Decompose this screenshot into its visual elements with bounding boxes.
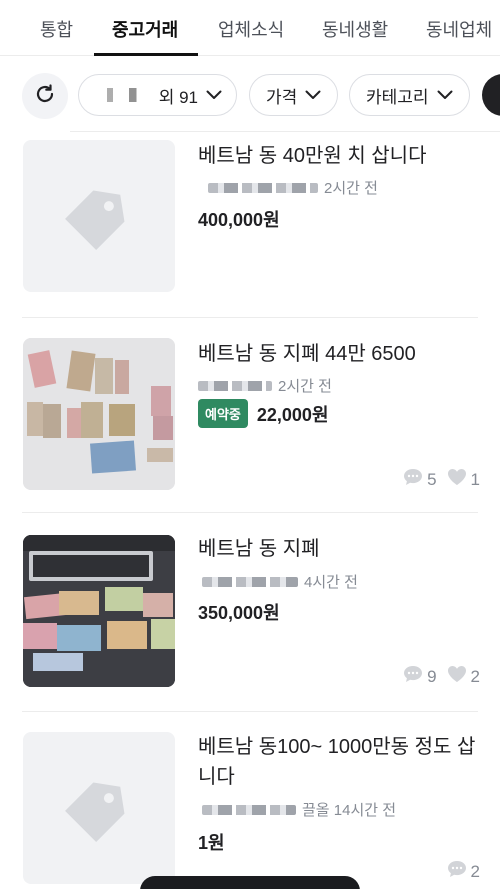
item-meta: 2시간 전 (198, 375, 332, 396)
chat-bubble-icon (403, 665, 423, 688)
filter-bar: 외 91 가격 카테고리 (0, 66, 500, 126)
item-price-row: 350,000원 (198, 599, 280, 625)
item-price: 22,000원 (256, 404, 329, 425)
more-filter-chip[interactable] (482, 74, 500, 116)
item-time: 2시간 전 (324, 180, 378, 197)
item-title: 베트남 동 지폐 (198, 538, 320, 560)
chevron-down-icon (429, 85, 467, 105)
active-tab-indicator (94, 53, 198, 56)
item-time: 끌올 14시간 전 (302, 802, 397, 819)
tab-neighborhood-life[interactable]: 동네생활 (322, 16, 388, 42)
category-filter-chip[interactable]: 카테고리 (349, 74, 470, 116)
blurred-seller-location (202, 576, 298, 587)
item-title: 베트남 동100~ 1000만동 정도 삽니다 (198, 736, 476, 788)
chat-bubble-icon (447, 860, 467, 883)
tag-icon (23, 140, 175, 292)
like-count: 1 (470, 469, 480, 489)
list-item[interactable]: 베트남 동 지폐 4시간 전 350,000원 9 2 (0, 535, 500, 710)
filter-divider (70, 131, 500, 132)
tab-used-goods[interactable]: 중고거래 (112, 16, 178, 42)
item-price: 1원 (198, 833, 225, 853)
chevron-down-icon (297, 85, 335, 105)
chat-count: 5 (427, 469, 437, 489)
item-counts: 5 1 (403, 468, 480, 491)
blurred-location-name (107, 88, 149, 102)
blurred-seller-location (198, 380, 272, 391)
blurred-seller-location (208, 182, 318, 193)
list-item[interactable]: 베트남 동100~ 1000만동 정도 삽니다 끌올 14시간 전 1원 2 (0, 732, 500, 889)
location-count-label: 외 91 (158, 87, 198, 107)
search-tab-bar: 통합 중고거래 업체소식 동네생활 동네업체 (0, 0, 500, 56)
item-time: 2시간 전 (278, 378, 332, 395)
refresh-button[interactable] (22, 73, 68, 119)
list-item[interactable]: 베트남 동 40만원 치 삽니다 2시간 전 400,000원 (0, 140, 500, 320)
banknotes-photo (23, 338, 175, 490)
blurred-seller-location (202, 804, 296, 815)
tag-icon (23, 732, 175, 884)
chat-bubble-icon (403, 468, 423, 491)
chat-count: 2 (470, 861, 480, 881)
chat-count: 9 (427, 666, 437, 686)
reserved-badge: 예약중 (198, 399, 248, 428)
item-price-row: 예약중 22,000원 (198, 399, 329, 428)
heart-icon (447, 665, 467, 688)
item-price-row: 1원 (198, 829, 225, 855)
location-filter-chip[interactable]: 외 91 (78, 74, 237, 116)
list-item[interactable]: 베트남 동 지폐 44만 6500 2시간 전 예약중 22,000원 5 1 (0, 338, 500, 513)
tab-local-business[interactable]: 동네업체 (426, 16, 492, 42)
tab-business-news[interactable]: 업체소식 (218, 16, 284, 42)
price-filter-chip[interactable]: 가격 (249, 74, 338, 116)
item-meta: 2시간 전 (198, 177, 378, 198)
item-time: 4시간 전 (304, 574, 358, 591)
item-counts: 2 (447, 860, 480, 883)
item-counts: 9 2 (403, 665, 480, 688)
item-thumbnail-photo (23, 535, 175, 687)
keyboard-banknotes-photo (23, 535, 175, 687)
item-divider (22, 317, 478, 318)
item-title: 베트남 동 40만원 치 삽니다 (198, 145, 427, 167)
item-thumbnail-placeholder (23, 732, 175, 884)
item-price-row: 400,000원 (198, 206, 280, 232)
like-count: 2 (470, 666, 480, 686)
chevron-down-icon (198, 85, 236, 105)
price-filter-label: 가격 (266, 87, 298, 107)
item-price: 400,000원 (198, 210, 280, 230)
item-meta: 끌올 14시간 전 (198, 799, 396, 820)
item-title: 베트남 동 지폐 44만 6500 (198, 343, 416, 365)
item-divider (22, 512, 478, 513)
item-divider (22, 711, 478, 712)
category-filter-label: 카테고리 (366, 87, 429, 107)
item-price: 350,000원 (198, 603, 280, 623)
item-meta: 4시간 전 (198, 571, 358, 592)
item-thumbnail-placeholder (23, 140, 175, 292)
heart-icon (447, 468, 467, 491)
tab-all[interactable]: 통합 (40, 16, 73, 42)
refresh-icon (33, 82, 57, 111)
floating-action-pill[interactable] (140, 876, 360, 889)
item-thumbnail-photo (23, 338, 175, 490)
